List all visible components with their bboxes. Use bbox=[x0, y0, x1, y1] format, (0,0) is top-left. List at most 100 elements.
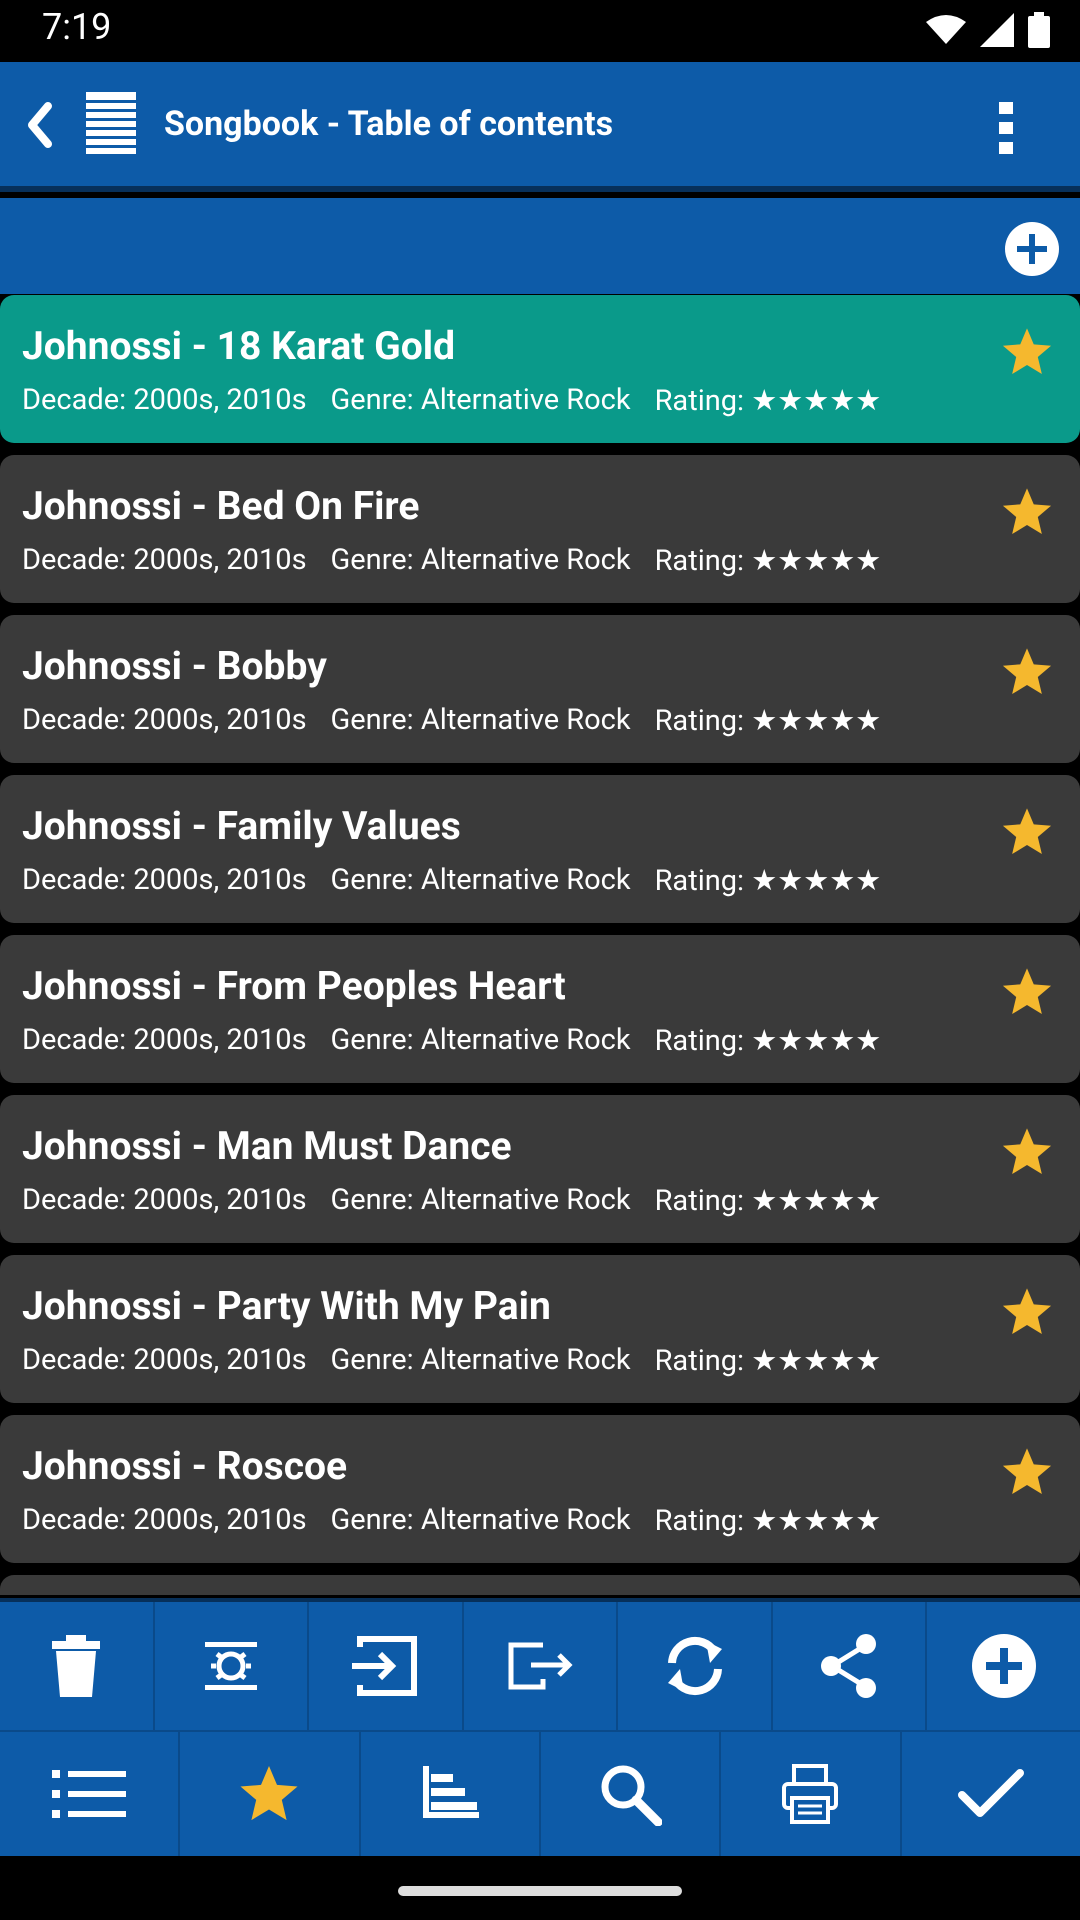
song-list-item[interactable]: Johnossi - Roscoe Decade: 2000s, 2010s Gen… bbox=[0, 1415, 1080, 1563]
battery-icon bbox=[1028, 12, 1050, 48]
song-genre: Genre: Alternative Rock bbox=[330, 383, 631, 417]
toc-icon bbox=[86, 92, 136, 154]
song-list-item[interactable]: Johnossi - Man Must Dance Decade: 2000s, … bbox=[0, 1095, 1080, 1243]
song-decade: Decade: 2000s, 2010s bbox=[22, 1503, 307, 1537]
status-time: 7:19 bbox=[42, 6, 112, 48]
song-title: Johnossi - Man Must Dance bbox=[22, 1123, 512, 1169]
favorite-toggle[interactable] bbox=[1000, 1445, 1054, 1499]
song-list-item[interactable]: Johnossi - 18 Karat Gold Decade: 2000s, 2… bbox=[0, 295, 1080, 443]
favorite-star-icon bbox=[1002, 1448, 1052, 1495]
back-button[interactable] bbox=[18, 92, 58, 158]
song-meta: Decade: 2000s, 2010s Genre: Alternative R… bbox=[22, 383, 881, 418]
sync-icon bbox=[667, 1636, 722, 1696]
overflow-menu-button[interactable] bbox=[988, 98, 1024, 158]
wifi-icon bbox=[926, 15, 966, 44]
bottom-toolbar-nav bbox=[0, 1730, 1080, 1856]
signal-icon bbox=[980, 13, 1014, 47]
song-genre: Genre: Alternative Rock bbox=[330, 863, 631, 897]
app-bar: Songbook - Table of contents bbox=[0, 62, 1080, 192]
trash-icon bbox=[52, 1635, 101, 1697]
favorite-star-icon bbox=[1002, 1288, 1052, 1335]
export-icon bbox=[508, 1642, 573, 1690]
add-button[interactable] bbox=[927, 1602, 1080, 1730]
song-decade: Decade: 2000s, 2010s bbox=[22, 1343, 307, 1377]
song-title: Johnossi - Party With My Pain bbox=[22, 1283, 551, 1329]
song-decade: Decade: 2000s, 2010s bbox=[22, 1183, 307, 1217]
song-list-item[interactable]: Johnossi - Bobby Decade: 2000s, 2010s Genr… bbox=[0, 615, 1080, 763]
search-icon bbox=[601, 1765, 663, 1826]
page-title: Songbook - Table of contents bbox=[164, 104, 614, 144]
song-rating: Rating: ★★★★★ bbox=[654, 704, 882, 738]
favorite-toggle[interactable] bbox=[1000, 1285, 1054, 1339]
brightness-icon bbox=[204, 1642, 257, 1690]
more-vert-icon bbox=[999, 102, 1013, 154]
list-icon bbox=[52, 1770, 127, 1818]
delete-button[interactable] bbox=[0, 1602, 155, 1730]
song-title: Johnossi - Bobby bbox=[22, 643, 327, 689]
song-title: Johnossi - Roscoe bbox=[22, 1443, 348, 1489]
star-icon bbox=[240, 1766, 299, 1821]
song-rating: Rating: ★★★★★ bbox=[654, 1024, 882, 1058]
song-genre: Genre: Alternative Rock bbox=[330, 1503, 631, 1537]
favorite-star-icon bbox=[1002, 328, 1052, 375]
print-button[interactable] bbox=[721, 1732, 902, 1856]
favorite-star-icon bbox=[1002, 648, 1052, 695]
favorite-toggle[interactable] bbox=[1000, 325, 1054, 379]
home-gesture-handle[interactable] bbox=[398, 1886, 682, 1896]
song-genre: Genre: Alternative Rock bbox=[330, 1183, 631, 1217]
song-title: Johnossi - 18 Karat Gold bbox=[22, 323, 456, 369]
list-button[interactable] bbox=[0, 1732, 181, 1856]
song-genre: Genre: Alternative Rock bbox=[330, 1343, 631, 1377]
list-item-partial[interactable] bbox=[0, 1575, 1080, 1595]
song-rating: Rating: ★★★★★ bbox=[654, 1504, 882, 1538]
share-button[interactable] bbox=[773, 1602, 928, 1730]
import-button[interactable] bbox=[309, 1602, 464, 1730]
favorite-toggle[interactable] bbox=[1000, 485, 1054, 539]
favorite-star-icon bbox=[1002, 808, 1052, 855]
favorite-toggle[interactable] bbox=[1000, 805, 1054, 859]
add-circle-icon bbox=[1005, 222, 1059, 276]
song-list-item[interactable]: Johnossi - Bed On Fire Decade: 2000s, 201… bbox=[0, 455, 1080, 603]
song-decade: Decade: 2000s, 2010s bbox=[22, 383, 307, 417]
song-rating: Rating: ★★★★★ bbox=[654, 384, 882, 418]
song-meta: Decade: 2000s, 2010s Genre: Alternative R… bbox=[22, 1023, 881, 1058]
share-icon bbox=[821, 1634, 877, 1698]
song-meta: Decade: 2000s, 2010s Genre: Alternative R… bbox=[22, 543, 881, 578]
favorite-star-icon bbox=[1002, 1128, 1052, 1175]
list-toolbar bbox=[0, 198, 1080, 294]
song-genre: Genre: Alternative Rock bbox=[330, 703, 631, 737]
search-button[interactable] bbox=[541, 1732, 722, 1856]
song-list[interactable]: Johnossi - 18 Karat Gold Decade: 2000s, 2… bbox=[0, 295, 1080, 1595]
song-rating: Rating: ★★★★★ bbox=[654, 864, 882, 898]
song-decade: Decade: 2000s, 2010s bbox=[22, 703, 307, 737]
check-icon bbox=[957, 1769, 1024, 1817]
song-meta: Decade: 2000s, 2010s Genre: Alternative R… bbox=[22, 1343, 881, 1378]
sort-button[interactable] bbox=[361, 1732, 541, 1856]
song-rating: Rating: ★★★★★ bbox=[654, 1184, 882, 1218]
brightness-button[interactable] bbox=[155, 1602, 310, 1730]
song-decade: Decade: 2000s, 2010s bbox=[22, 1023, 307, 1057]
favorites-button[interactable] bbox=[180, 1732, 361, 1856]
song-rating: Rating: ★★★★★ bbox=[654, 544, 882, 578]
export-button[interactable] bbox=[464, 1602, 619, 1730]
print-icon bbox=[782, 1764, 839, 1824]
song-title: Johnossi - Family Values bbox=[22, 803, 461, 849]
add-song-button[interactable] bbox=[1005, 222, 1059, 276]
song-list-item[interactable]: Johnossi - From Peoples Heart Decade: 200… bbox=[0, 935, 1080, 1083]
song-list-item[interactable]: Johnossi - Party With My Pain Decade: 200… bbox=[0, 1255, 1080, 1403]
system-nav-bar bbox=[0, 1856, 1080, 1920]
song-rating: Rating: ★★★★★ bbox=[654, 1344, 882, 1378]
song-meta: Decade: 2000s, 2010s Genre: Alternative R… bbox=[22, 703, 881, 738]
favorite-toggle[interactable] bbox=[1000, 965, 1054, 1019]
song-genre: Genre: Alternative Rock bbox=[330, 543, 631, 577]
confirm-button[interactable] bbox=[902, 1732, 1080, 1856]
song-title: Johnossi - From Peoples Heart bbox=[22, 963, 566, 1009]
sync-button[interactable] bbox=[618, 1602, 773, 1730]
song-list-item[interactable]: Johnossi - Family Values Decade: 2000s, 2… bbox=[0, 775, 1080, 923]
favorite-star-icon bbox=[1002, 488, 1052, 535]
status-bar: 7:19 bbox=[0, 0, 1080, 62]
favorite-toggle[interactable] bbox=[1000, 645, 1054, 699]
bottom-toolbar-actions bbox=[0, 1598, 1080, 1730]
song-decade: Decade: 2000s, 2010s bbox=[22, 543, 307, 577]
favorite-toggle[interactable] bbox=[1000, 1125, 1054, 1179]
